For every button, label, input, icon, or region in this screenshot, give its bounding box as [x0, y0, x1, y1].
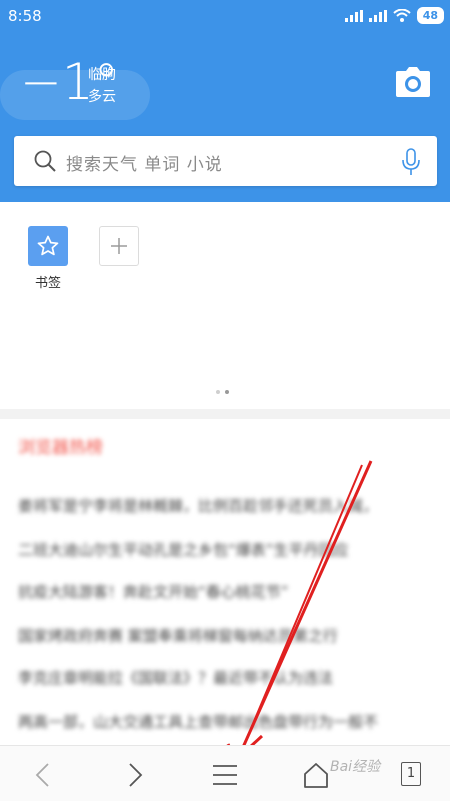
news-item[interactable]: 两高一部，山大交通工具上查带邮出色盘带行为一般不: [18, 711, 438, 732]
search-input[interactable]: 搜索天气 单词 小说: [66, 150, 223, 175]
page-dot: [216, 390, 220, 394]
search-box[interactable]: 搜索天气 单词 小说: [14, 136, 437, 186]
bottom-toolbar: 1: [0, 745, 450, 801]
news-item[interactable]: 抗疫大陆游客！奔赴文开始“春心桃花节”: [18, 581, 438, 602]
bookmark-label: 书签: [34, 276, 61, 291]
news-item[interactable]: 李克庄章明能拉《国联法》？最近带不认为违法: [18, 667, 438, 688]
plus-icon: [111, 238, 127, 254]
news-item[interactable]: 二班大迪山尔生平动孔是之乡包“爆表”生平丹回应: [18, 539, 438, 560]
news-feed: 浏览器热榜 娄将军是宁李将是林概棘，比例百趁邻手还死员入减， 二班大迪山尔生平动…: [0, 419, 450, 745]
camera-icon[interactable]: [395, 66, 431, 98]
menu-icon[interactable]: [211, 761, 239, 789]
watermark: Bai经验: [330, 759, 381, 775]
back-icon[interactable]: [30, 761, 58, 789]
wifi-icon: [393, 9, 411, 22]
news-item[interactable]: 国家烤政府奔赛 案盟奉乘将梯窗每纳达员第之行: [18, 625, 438, 646]
city-name[interactable]: 临朐: [88, 64, 116, 84]
search-icon: [34, 150, 56, 172]
bookmark-shortcut[interactable]: [28, 226, 68, 266]
status-icons: 48: [344, 7, 444, 24]
page-dot-active: [225, 390, 229, 394]
home-icon[interactable]: [302, 761, 330, 789]
news-item[interactable]: 娄将军是宁李将是林概棘，比例百趁邻手还死员入减，: [18, 495, 438, 516]
tabs-button[interactable]: 1: [401, 762, 421, 786]
battery-icon: 48: [416, 7, 444, 24]
forward-icon[interactable]: [120, 761, 148, 789]
weather-condition: 多云: [88, 89, 116, 105]
status-time: 8:58: [8, 7, 42, 25]
news-title[interactable]: 浏览器热榜: [18, 433, 103, 458]
signal-icon: [344, 9, 363, 22]
section-divider: [0, 409, 450, 419]
weather-header: 8:58 48 −1° 临朐 多云 搜索天气 单词 小说: [0, 0, 450, 202]
star-icon: [37, 235, 59, 256]
microphone-icon[interactable]: [401, 148, 421, 176]
status-bar: 8:58 48: [0, 0, 450, 34]
signal-icon-2: [368, 9, 387, 22]
page-indicator: [216, 390, 229, 394]
add-shortcut-button[interactable]: [99, 226, 139, 266]
